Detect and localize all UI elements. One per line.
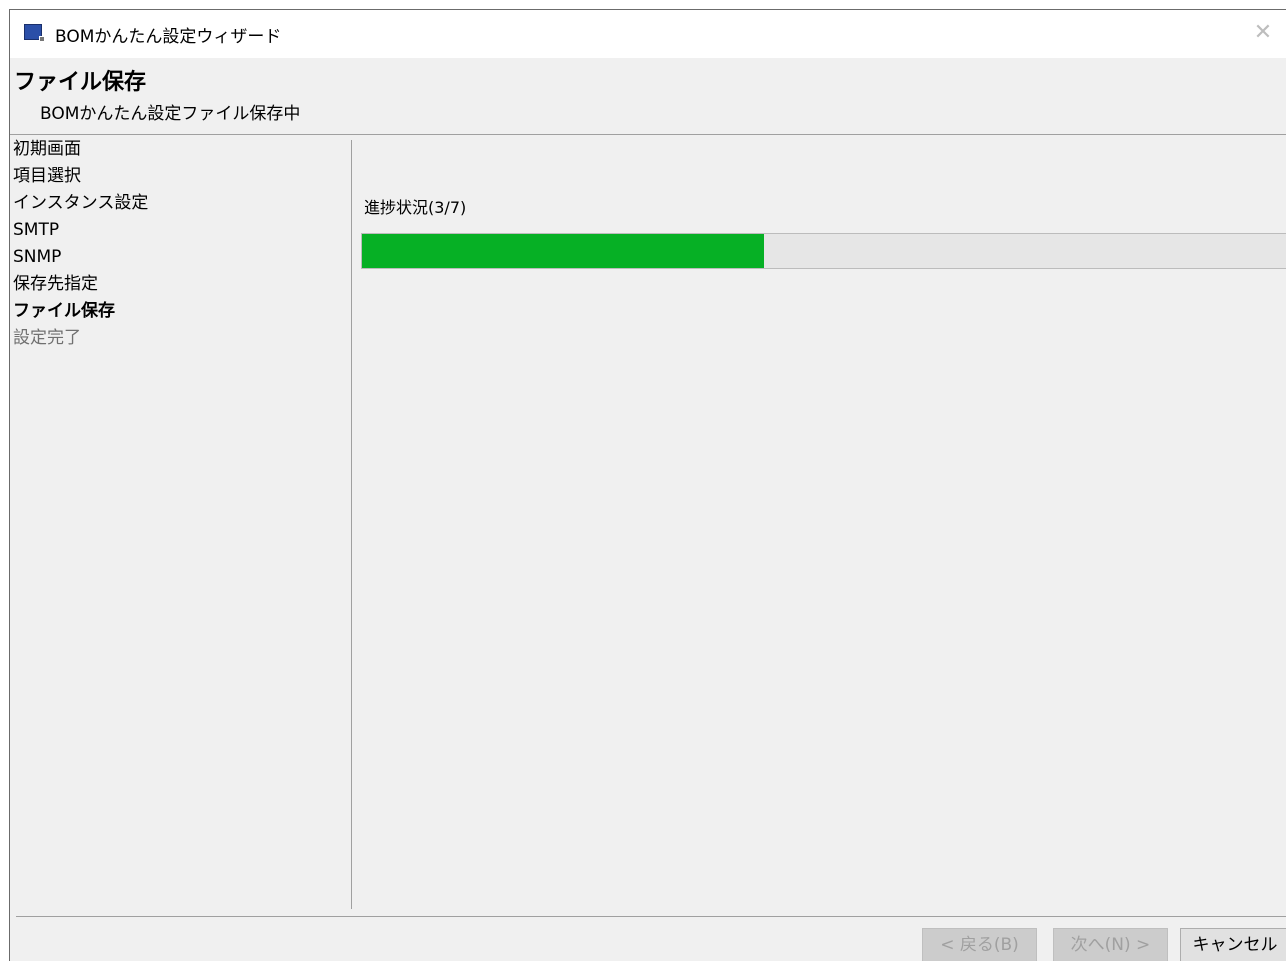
- progress-status-label: 進捗状況(3/7): [364, 198, 467, 217]
- progress-bar: [361, 233, 1286, 269]
- step-item-save-location: 保存先指定: [13, 274, 98, 294]
- close-icon[interactable]: ✕: [1240, 10, 1286, 58]
- back-button[interactable]: < 戻る(B): [922, 928, 1037, 961]
- step-list: 初期画面 項目選択 インスタンス設定 SMTP SNMP 保存先指定 ファイル保…: [13, 136, 343, 352]
- step-item-smtp: SMTP: [13, 220, 60, 240]
- step-item-instance-settings: インスタンス設定: [13, 193, 149, 213]
- header-divider: [10, 134, 1286, 135]
- step-item-file-save: ファイル保存: [13, 301, 115, 321]
- page-subtitle: BOMかんたん設定ファイル保存中: [40, 104, 301, 124]
- window-title: BOMかんたん設定ウィザード: [55, 27, 282, 47]
- wizard-window: BOMかんたん設定ウィザード ✕ ファイル保存 BOMかんたん設定ファイル保存中…: [9, 9, 1286, 961]
- next-button[interactable]: 次へ(N) >: [1053, 928, 1168, 961]
- panel-divider: [351, 140, 352, 909]
- step-item-snmp: SNMP: [13, 247, 62, 267]
- application-icon: [24, 24, 45, 42]
- step-item-item-selection: 項目選択: [13, 166, 81, 186]
- title-bar: BOMかんたん設定ウィザード ✕: [10, 10, 1286, 58]
- step-item-initial: 初期画面: [13, 139, 81, 159]
- cancel-button[interactable]: キャンセル: [1180, 928, 1286, 961]
- footer-divider: [16, 916, 1286, 917]
- page-title: ファイル保存: [14, 70, 147, 95]
- step-item-complete: 設定完了: [13, 328, 81, 348]
- progress-bar-fill: [362, 234, 765, 268]
- wizard-header: ファイル保存 BOMかんたん設定ファイル保存中: [10, 58, 1286, 135]
